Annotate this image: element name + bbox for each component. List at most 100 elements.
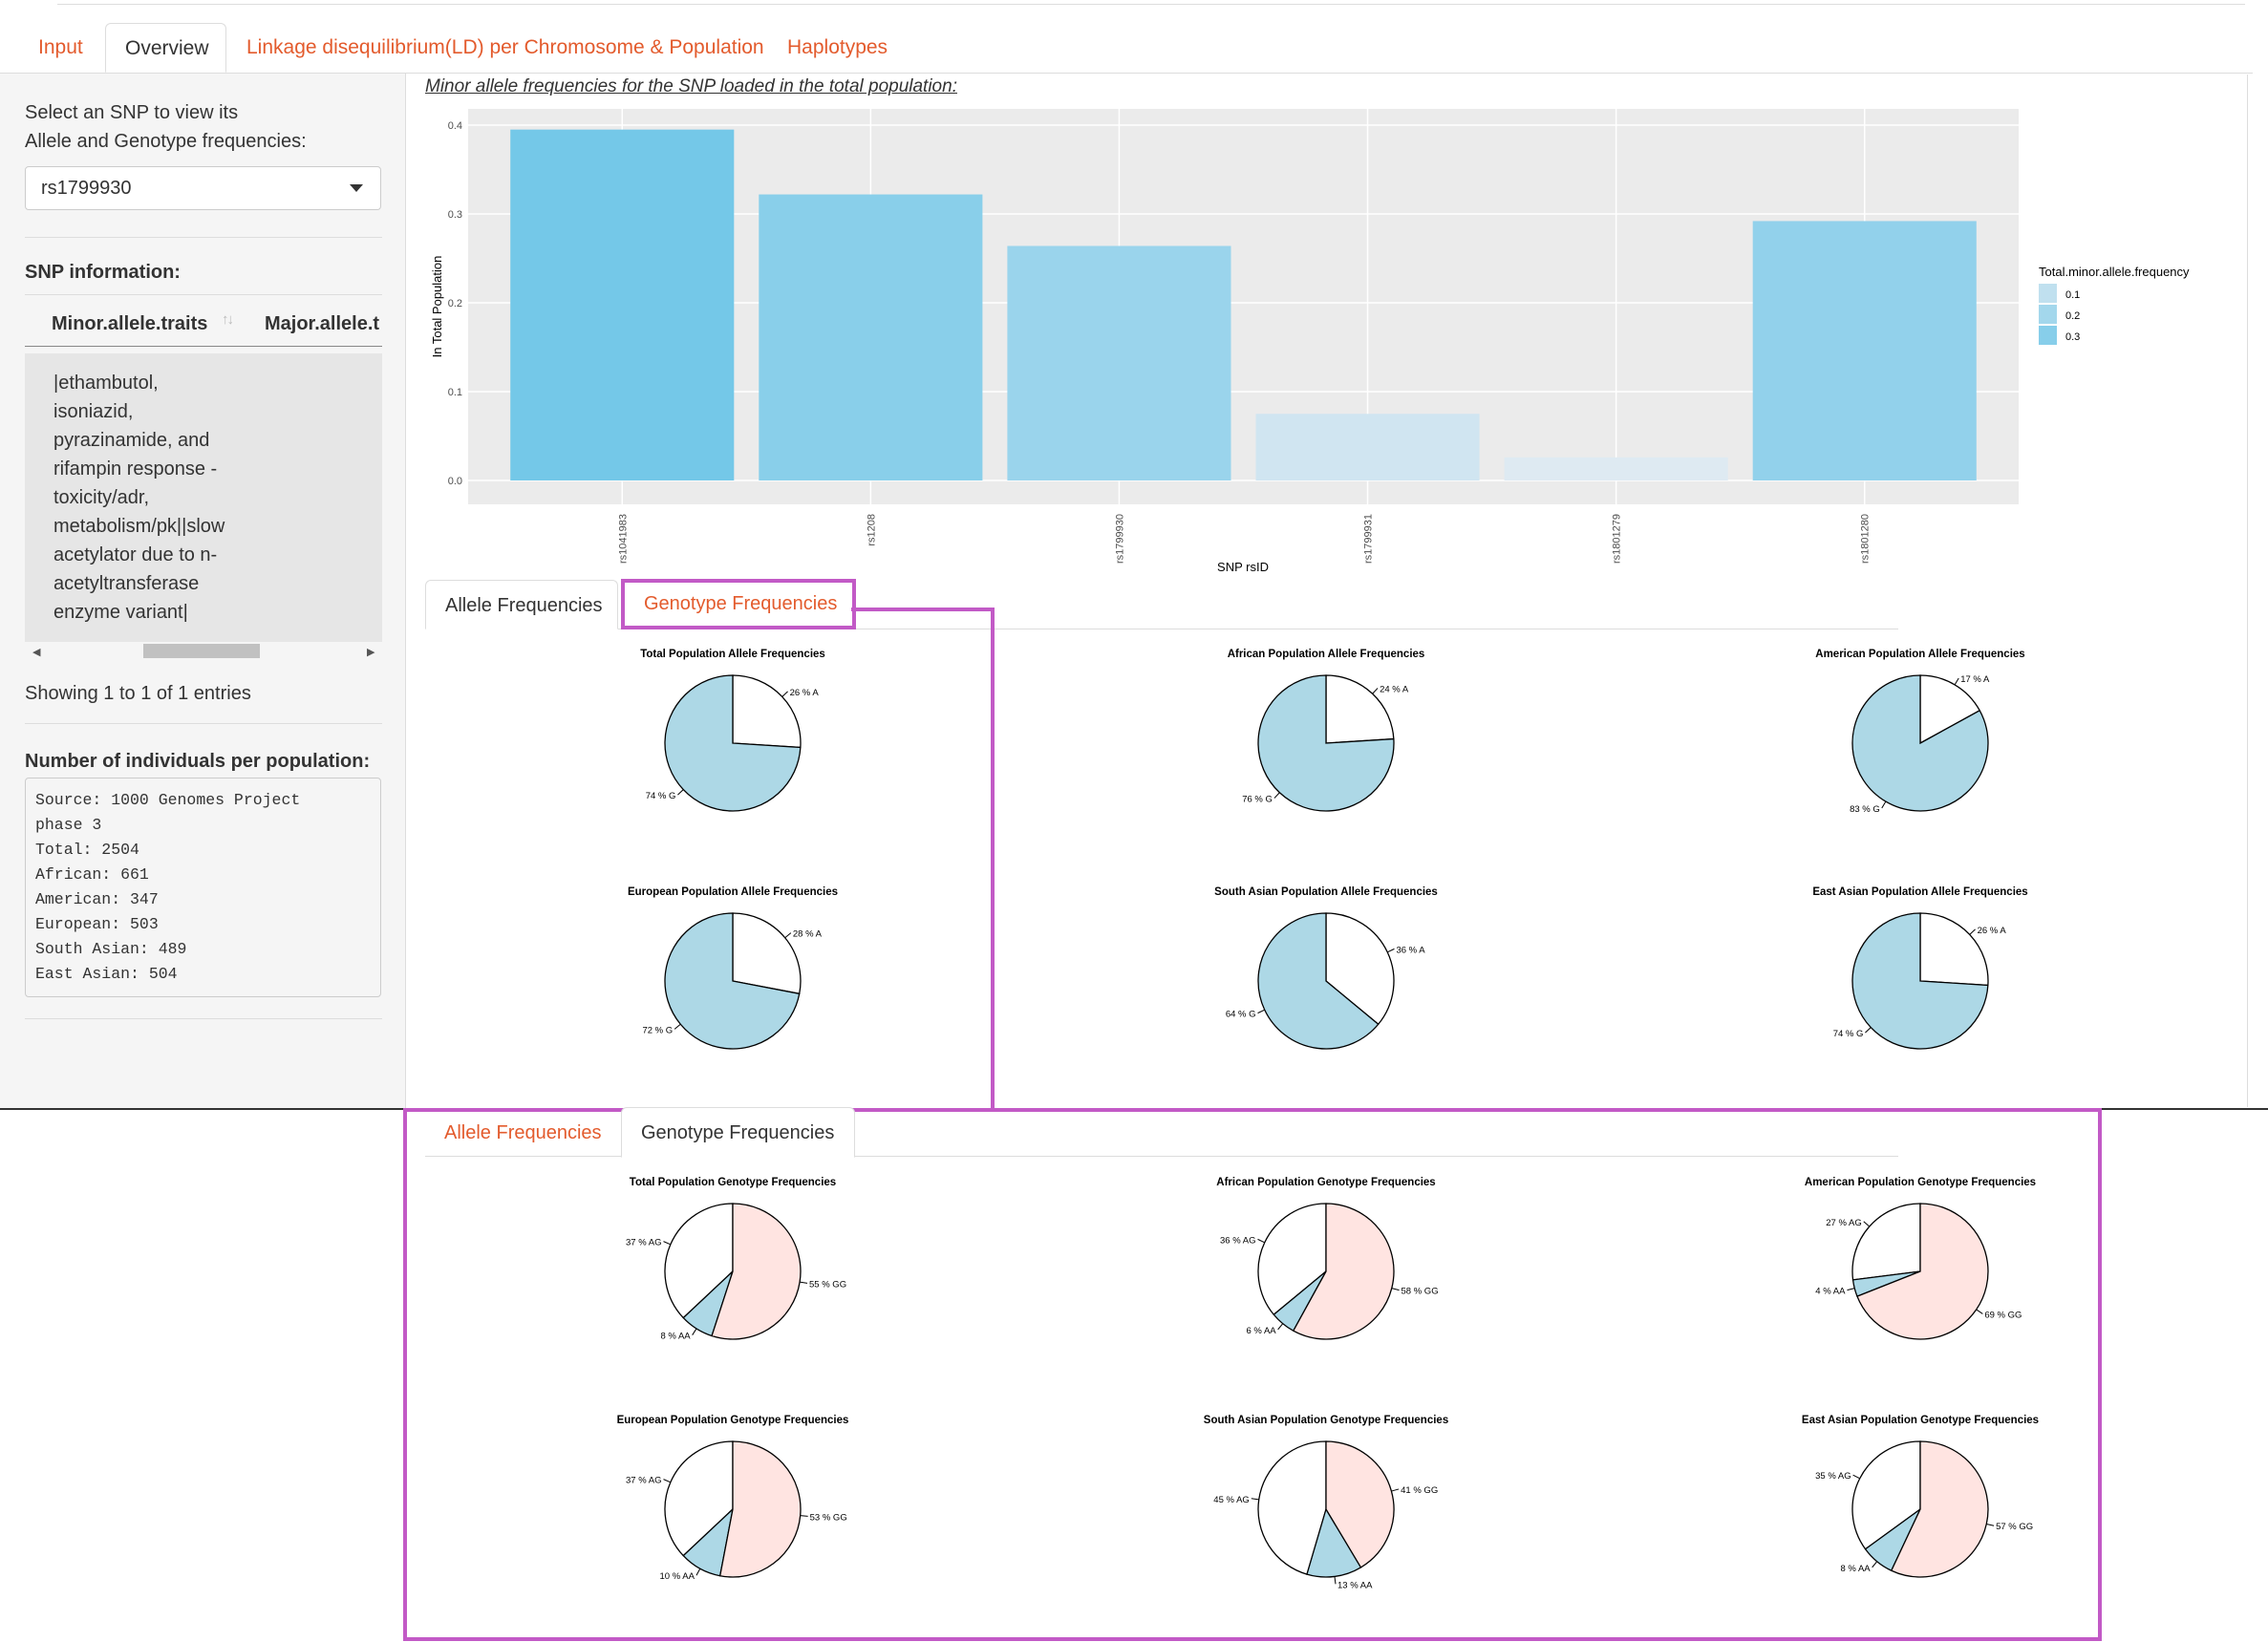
tab-input[interactable]: Input — [21, 23, 100, 73]
pie-label-leader — [1391, 1488, 1400, 1492]
snp-info-heading: SNP information: — [25, 262, 181, 283]
table-cell-minor-allele-traits: |ethambutol, isoniazid, pyrazinamide, an… — [25, 353, 382, 642]
scroll-left-icon[interactable]: ◀ — [32, 646, 40, 658]
top-divider — [57, 4, 2245, 5]
cell-line: metabolism/pk||slow — [53, 516, 225, 537]
table-info: Showing 1 to 1 of 1 entries — [25, 683, 251, 704]
column-header-minor-allele-traits[interactable]: Minor.allele.traits — [52, 309, 207, 338]
snp-select[interactable]: rs1799930 — [25, 166, 381, 210]
y-tick-label: 0.2 — [448, 298, 462, 309]
pie-slice-label: 27 % AG — [1826, 1218, 1862, 1228]
horizontal-scrollbar[interactable]: ◀ ▶ — [25, 644, 382, 661]
pie-slice-label: 6 % AA — [1246, 1326, 1276, 1336]
column-header-major-allele-traits[interactable]: Major.allele.t — [265, 309, 379, 338]
y-axis-label: In Total Population — [430, 256, 444, 358]
tab-genotype-frequencies-2[interactable]: Genotype Frequencies — [621, 1107, 855, 1158]
pie-label-leader — [1954, 677, 1959, 686]
pie-slice-label: 28 % A — [793, 929, 823, 940]
pie-label-leader — [1334, 1576, 1337, 1585]
cell-line: enzyme variant| — [53, 602, 188, 623]
pie-label-leader — [1257, 1238, 1265, 1244]
pie-title: East Asian Population Allele Frequencies — [1812, 886, 2027, 898]
x-tick-label: rs1801279 — [1612, 514, 1623, 564]
pie-title: African Population Allele Frequencies — [1228, 649, 1425, 660]
x-tick-label: rs1799931 — [1363, 514, 1375, 564]
sort-icon[interactable]: ↑↓ — [222, 311, 234, 328]
cell-line: acetyltransferase — [53, 573, 200, 594]
cell-line: rifampin response - — [53, 458, 218, 480]
tab-overview[interactable]: Overview — [105, 23, 226, 73]
cell-line: isoniazid, — [53, 401, 134, 422]
pie-label-leader — [1865, 1027, 1872, 1034]
pie-label-leader — [1881, 800, 1887, 809]
pie-slice-label: 26 % A — [1978, 926, 2007, 936]
individuals-output: Source: 1000 Genomes Project phase 3 Tot… — [25, 778, 381, 997]
pie-title: American Population Genotype Frequencies — [1805, 1177, 2036, 1188]
select-prompt-line2: Allele and Genotype frequencies: — [25, 131, 307, 152]
x-axis-label: SNP rsID — [1217, 560, 1269, 574]
pie-slice-label: 8 % AA — [660, 1332, 691, 1342]
pie-slice-label: 17 % A — [1960, 674, 1990, 685]
pie-slice-label: 64 % G — [1226, 1010, 1256, 1020]
allele-pie-charts: Total Population Allele Frequencies 26 % … — [628, 649, 2028, 1050]
pie-slice-label: 76 % G — [1242, 795, 1273, 805]
pie-slice-label: 4 % AA — [1815, 1287, 1846, 1297]
y-tick-label: 0.0 — [448, 476, 462, 487]
bar-rs1801280 — [1752, 221, 1977, 480]
sidebar-divider-3 — [25, 1018, 382, 1019]
select-prompt-line1: Select an SNP to view its — [25, 102, 239, 123]
pie-label-leader — [1969, 928, 1976, 935]
cell-line: |ethambutol, — [53, 373, 159, 394]
pie-label-leader — [1986, 1524, 1995, 1526]
x-tick-label: rs1208 — [866, 514, 877, 546]
pie-label-leader — [800, 1281, 808, 1284]
pie-slice-label: 36 % AG — [1220, 1235, 1256, 1246]
pie-slice — [732, 674, 802, 749]
table-header-divider — [25, 346, 382, 347]
sidebar-divider — [25, 237, 382, 238]
scroll-right-icon[interactable]: ▶ — [367, 646, 374, 658]
snp-select-value: rs1799930 — [41, 178, 132, 199]
tab-allele-frequencies-2[interactable]: Allele Frequencies — [425, 1108, 618, 1158]
pie-label-leader — [784, 932, 792, 939]
pie-slice-label: 74 % G — [1833, 1029, 1864, 1039]
pie-slice — [1851, 1203, 1921, 1281]
pie-label-leader — [1852, 1474, 1860, 1480]
pie-slice-label: 41 % GG — [1401, 1485, 1438, 1496]
pie-label-leader — [800, 1515, 808, 1517]
pie-label-leader — [674, 1023, 681, 1030]
pie-slice — [732, 912, 802, 995]
pie-title: European Population Genotype Frequencies — [617, 1415, 849, 1426]
pie-slice-label: 37 % AG — [626, 1476, 662, 1486]
tab-linkage-disequilibrium[interactable]: Linkage disequilibrium(LD) per Chromosom… — [229, 23, 781, 73]
pie-label-leader — [1277, 1323, 1284, 1331]
pie-label-leader — [692, 1328, 697, 1335]
pie-label-leader — [1847, 1288, 1855, 1291]
pie-slice-label: 13 % AA — [1337, 1580, 1373, 1590]
pie-title: East Asian Population Genotype Frequenci… — [1802, 1415, 2039, 1426]
scrollbar-thumb[interactable] — [143, 644, 260, 658]
legend-label: 0.2 — [2065, 310, 2080, 322]
legend-key — [2039, 305, 2057, 324]
tab-genotype-frequencies[interactable]: Genotype Frequencies — [621, 579, 856, 629]
tab-haplotypes[interactable]: Haplotypes — [770, 23, 905, 73]
sidebar-divider-2 — [25, 723, 382, 724]
legend-entries: 0.1 0.2 0.3 — [2039, 284, 2080, 345]
pie-label-leader — [1387, 948, 1395, 953]
y-tick-label: 0.4 — [448, 120, 462, 132]
legend-key — [2039, 326, 2057, 345]
table-top-divider — [25, 294, 382, 295]
genotype-pie-grid: Total Population Genotype Frequencies 37 … — [617, 1177, 2039, 1590]
pie-title: African Population Genotype Frequencies — [1216, 1177, 1435, 1188]
pie-title: Total Population Genotype Frequencies — [630, 1177, 836, 1188]
allele-pie-grid: Total Population Allele Frequencies 26 % … — [628, 649, 2028, 1050]
pie-label-leader — [1257, 1009, 1265, 1014]
pie-slice-label: 57 % GG — [1996, 1522, 2033, 1532]
pie-slice-label: 35 % AG — [1815, 1471, 1851, 1482]
pie-label-leader — [1863, 1221, 1871, 1227]
bar-rs1799931 — [1255, 414, 1480, 480]
tab-allele-frequencies[interactable]: Allele Frequencies — [425, 580, 618, 629]
bar-rs1041983 — [510, 129, 735, 480]
pie-slice-label: 37 % AG — [626, 1238, 662, 1248]
y-tick-label: 0.3 — [448, 209, 462, 221]
